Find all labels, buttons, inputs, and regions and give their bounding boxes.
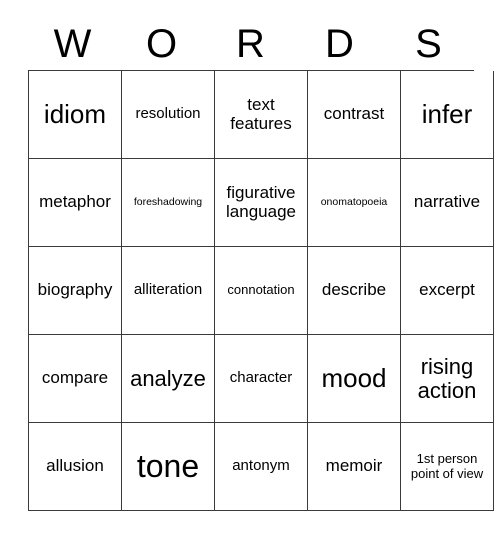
bingo-header-letter-2: O <box>145 22 178 66</box>
bingo-row: metaphor foreshadowing figurative language… <box>29 159 494 247</box>
bingo-header: WORDS <box>28 18 473 70</box>
bingo-cell-r4-c2[interactable]: analyze <box>122 335 215 423</box>
bingo-cell-r5-c2[interactable]: tone <box>122 423 215 511</box>
bingo-cell-r3-c1[interactable]: biography <box>29 247 122 335</box>
bingo-cell-label: analyze <box>130 365 206 391</box>
bingo-cell-label: metaphor <box>39 192 111 212</box>
bingo-row: biography alliteration connotation describe… <box>29 247 494 335</box>
bingo-cell-label: mood <box>321 363 387 394</box>
bingo-cell-label: memoir <box>325 456 383 476</box>
bingo-cell-r1-c3[interactable]: text features <box>215 71 308 159</box>
bingo-cell-r5-c4[interactable]: memoir <box>308 423 401 511</box>
bingo-cell-label: allusion <box>46 456 104 476</box>
bingo-cell-label: antonym <box>232 457 290 475</box>
bingo-cell-label: describe <box>321 280 387 300</box>
bingo-cell-label: rising action <box>417 353 477 403</box>
bingo-header-letter-3: R <box>236 22 265 66</box>
bingo-card: W O R D S idiom resolution text features contra… <box>28 18 494 511</box>
bingo-cell-label: onomatopoeia <box>320 195 388 208</box>
bingo-cell-r3-c5[interactable]: excerpt <box>401 247 494 335</box>
bingo-cell-label: infer <box>421 99 473 130</box>
bingo-cell-label: text features <box>230 95 292 133</box>
bingo-grid: idiom resolution text features contrast infe… <box>28 70 494 511</box>
bingo-cell-label: 1st person point of view <box>410 451 484 481</box>
bingo-cell-r2-c2[interactable]: foreshadowing <box>122 159 215 247</box>
bingo-cell-label: narrative <box>413 192 481 212</box>
bingo-cell-r1-c2[interactable]: resolution <box>122 71 215 159</box>
bingo-header-letter-5: S <box>415 22 442 66</box>
bingo-row: compare analyze character mood rising action <box>29 335 494 423</box>
bingo-cell-label: character <box>229 369 293 387</box>
bingo-cell-r2-c3[interactable]: figurative language <box>215 159 308 247</box>
bingo-row: allusion tone antonym memoir 1st person poin… <box>29 423 494 511</box>
bingo-cell-r5-c3[interactable]: antonym <box>215 423 308 511</box>
bingo-cell-r5-c1[interactable]: allusion <box>29 423 122 511</box>
bingo-header-letter-4: D <box>325 22 354 66</box>
bingo-cell-label: resolution <box>135 105 201 123</box>
bingo-cell-r1-c4[interactable]: contrast <box>308 71 401 159</box>
bingo-cell-r3-c3[interactable]: connotation <box>215 247 308 335</box>
bingo-cell-label: biography <box>37 280 113 300</box>
bingo-cell-label: foreshadowing <box>133 195 203 208</box>
bingo-cell-label: idiom <box>43 99 107 130</box>
bingo-cell-r4-c3[interactable]: character <box>215 335 308 423</box>
bingo-cell-r1-c1[interactable]: idiom <box>29 71 122 159</box>
bingo-cell-label: contrast <box>323 104 385 124</box>
bingo-cell-r3-c4[interactable]: describe <box>308 247 401 335</box>
bingo-cell-r4-c5[interactable]: rising action <box>401 335 494 423</box>
bingo-cell-r4-c4[interactable]: mood <box>308 335 401 423</box>
bingo-cell-label: figurative language <box>226 183 296 221</box>
bingo-cell-r2-c4[interactable]: onomatopoeia <box>308 159 401 247</box>
bingo-cell-r5-c5[interactable]: 1st person point of view <box>401 423 494 511</box>
bingo-row: idiom resolution text features contrast infe… <box>29 71 494 159</box>
bingo-cell-r2-c1[interactable]: metaphor <box>29 159 122 247</box>
bingo-cell-r3-c2[interactable]: alliteration <box>122 247 215 335</box>
bingo-cell-label: compare <box>41 368 109 388</box>
bingo-cell-r2-c5[interactable]: narrative <box>401 159 494 247</box>
bingo-cell-label: connotation <box>227 282 295 298</box>
bingo-cell-label: alliteration <box>133 281 203 299</box>
bingo-header-letter-1: W <box>53 22 92 66</box>
bingo-cell-label: tone <box>136 448 200 485</box>
bingo-cell-r1-c5[interactable]: infer <box>401 71 494 159</box>
bingo-cell-r4-c1[interactable]: compare <box>29 335 122 423</box>
bingo-cell-label: excerpt <box>419 280 475 300</box>
